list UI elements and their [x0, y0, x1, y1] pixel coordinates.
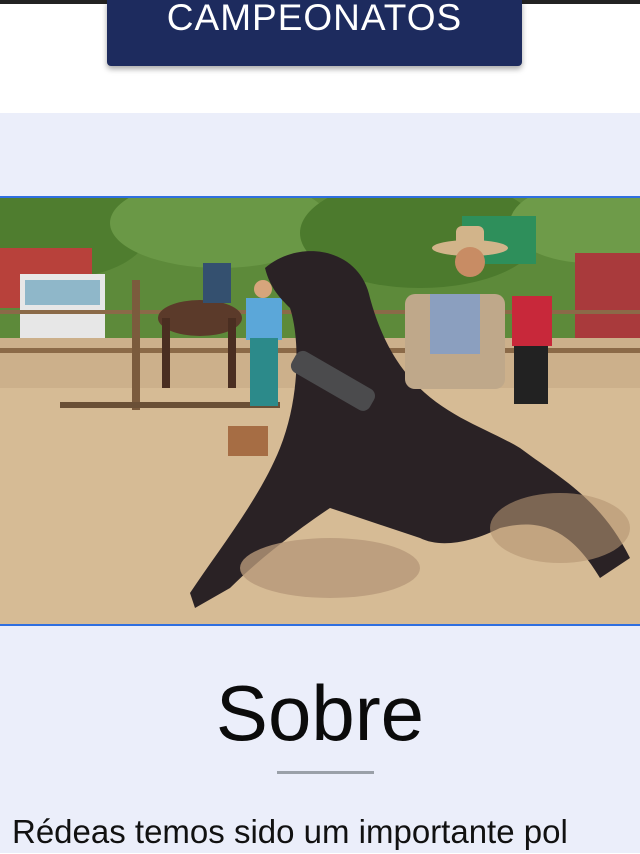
championships-button-label: CAMPEONATOS [166, 0, 463, 38]
championships-button[interactable]: CAMPEONATOS [107, 0, 522, 66]
title-divider [277, 771, 374, 774]
about-text: Rédeas temos sido um importante pol [12, 813, 568, 850]
about-title: Sobre [215, 669, 425, 757]
rodeo-photo [0, 196, 640, 626]
rodeo-illustration [0, 198, 640, 624]
